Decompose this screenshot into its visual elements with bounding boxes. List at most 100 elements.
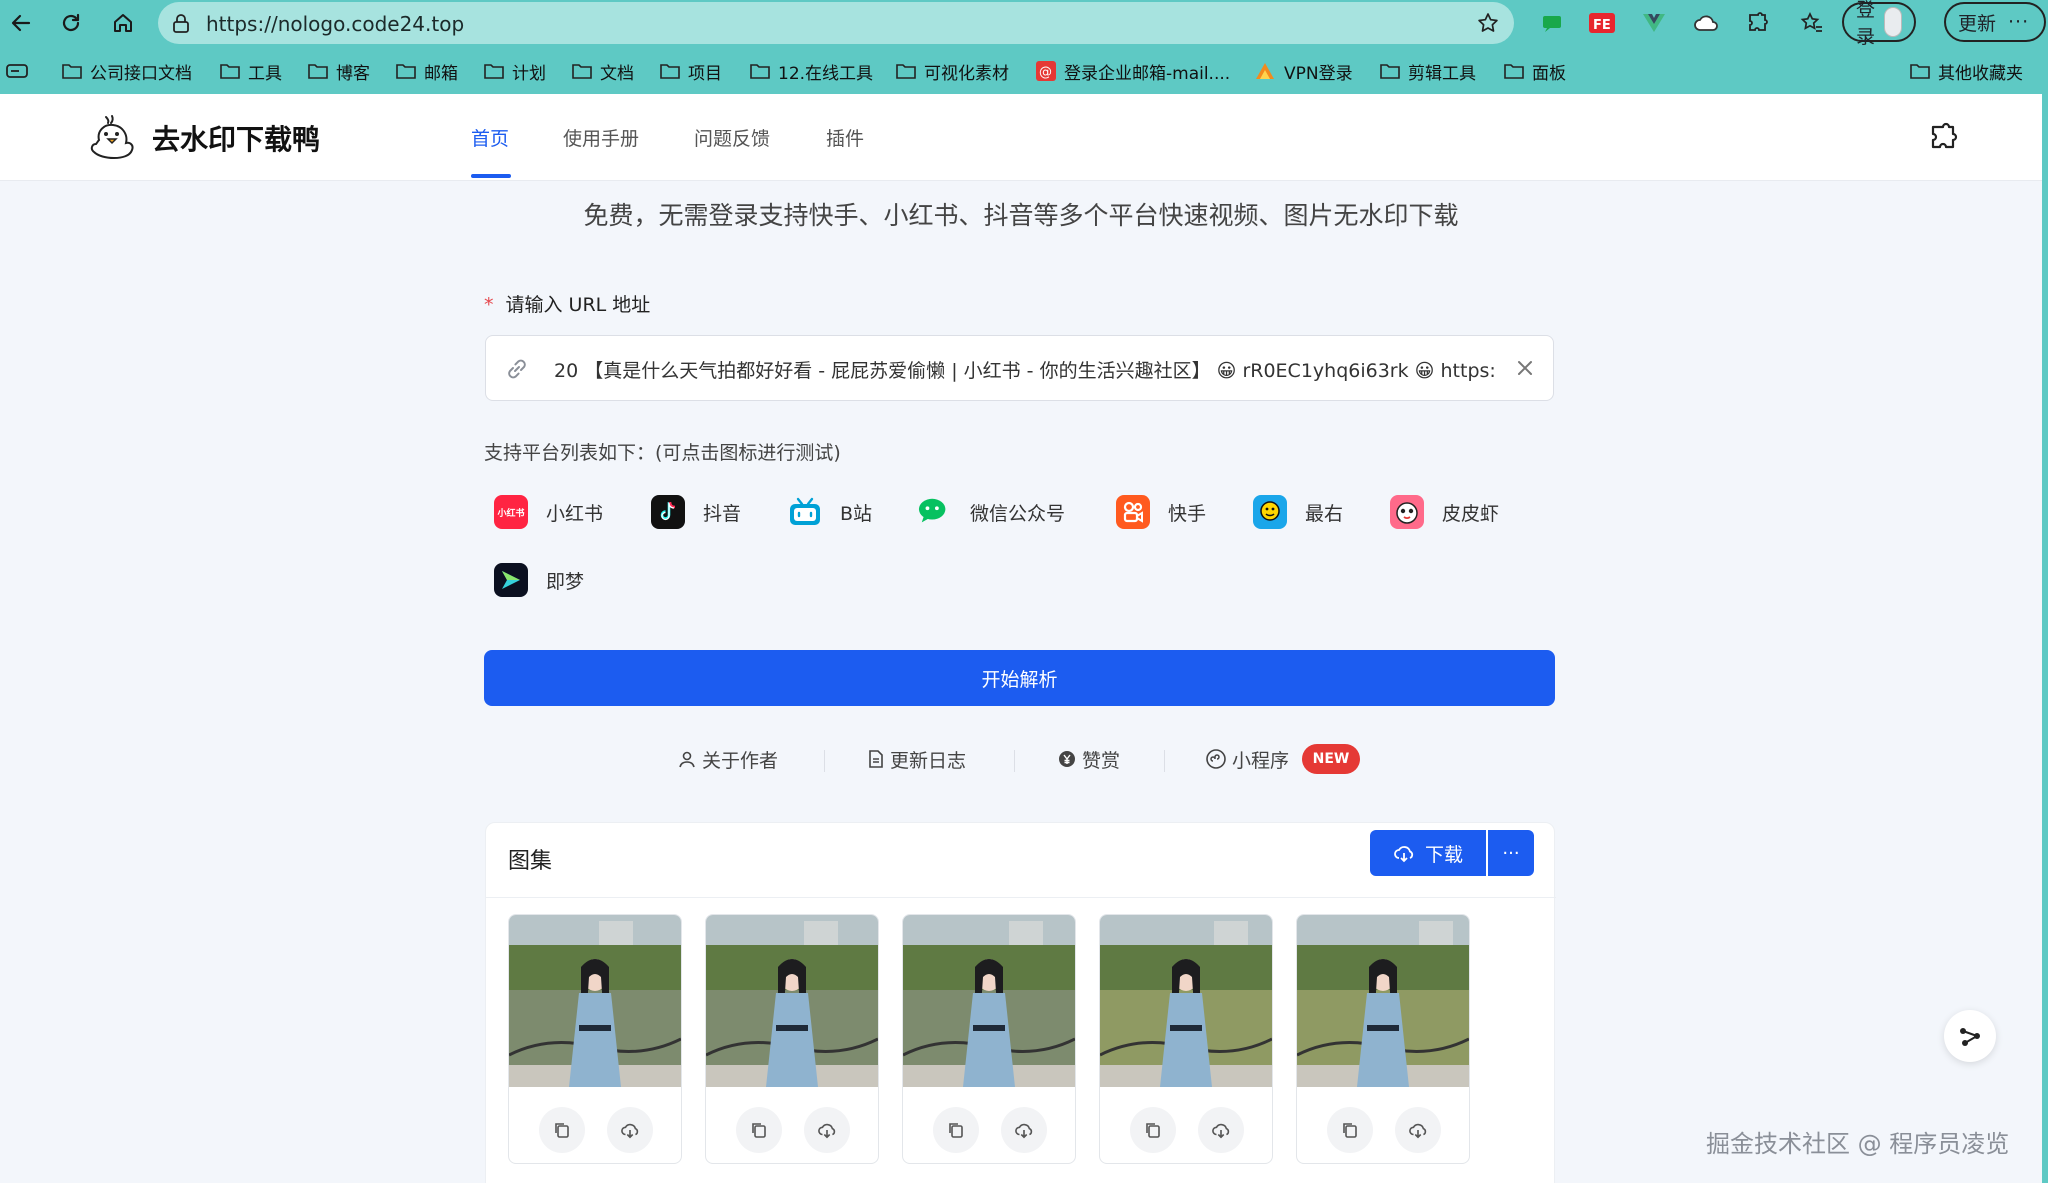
copy-button[interactable] [736,1107,782,1153]
platform-pipixia[interactable]: 皮皮虾 [1390,492,1499,532]
extensions-puzzle-icon[interactable] [1744,9,1772,37]
folder-icon [896,62,916,80]
clear-icon[interactable] [1513,356,1537,380]
folder-icon [1504,62,1524,80]
link-divider [1014,750,1015,772]
platform-kuaishou[interactable]: 快手 [1116,492,1206,532]
nav-tab-feedback[interactable]: 问题反馈 [694,124,770,151]
platform-xiaohongshu[interactable]: 小红书 小红书 [494,492,603,532]
nav-tab-home[interactable]: 首页 [471,124,509,151]
gallery-divider [486,897,1556,898]
site-header: 去水印下载鸭 首页 使用手册 问题反馈 插件 [0,94,2042,181]
site-info-icon[interactable] [170,13,192,35]
extension-vue-icon[interactable] [1640,9,1668,37]
copy-button[interactable] [539,1107,585,1153]
folder-icon [660,62,680,80]
page-subtitle: 免费，无需登录支持快手、小红书、抖音等多个平台快速视频、图片无水印下载 [583,201,1459,230]
extension-cloud-icon[interactable] [1692,9,1720,37]
download-image-button[interactable] [1001,1107,1047,1153]
wechat-icon [918,495,952,529]
nav-tab-manual[interactable]: 使用手册 [563,124,639,151]
copy-icon [949,1123,963,1138]
home-button[interactable] [108,8,138,38]
gallery-image[interactable] [1100,915,1272,1087]
donate-link[interactable]: 赞赏 [1058,744,1120,774]
more-options-button[interactable]: ··· [1488,830,1534,876]
address-bar[interactable]: https://nologo.code24.top [158,2,1514,44]
plugin-puzzle-icon[interactable] [1928,122,1958,152]
platform-bilibili[interactable]: B站 [788,492,872,532]
back-button[interactable] [6,8,36,38]
bookmark-item[interactable]: 剪辑工具 [1380,55,1476,87]
link-icon [508,359,526,379]
bookmark-item[interactable]: 12.在线工具 [750,55,873,87]
download-all-button[interactable]: 下载 [1370,830,1486,876]
platform-douyin[interactable]: 抖音 [651,492,741,532]
url-input-value[interactable]: 20 【真是什么天气拍都好好看 - 屁屁苏爱偷懒 | 小红书 - 你的生活兴趣社… [554,356,1494,383]
reload-button[interactable] [56,8,86,38]
other-bookmarks[interactable]: 其他收藏夹 [1910,55,2023,87]
new-badge: NEW [1302,744,1360,774]
bookmark-item[interactable]: 邮箱 [396,55,458,87]
folder-icon [62,62,82,80]
copy-icon [1343,1123,1357,1138]
bookmark-item[interactable]: 博客 [308,55,370,87]
mini-program-link[interactable]: 小程序 [1206,744,1289,774]
zuiyou-icon [1253,495,1287,529]
extension-chat-icon[interactable] [1538,9,1566,37]
bookmark-item[interactable]: 计划 [484,55,546,87]
bookmark-item[interactable]: 文档 [572,55,634,87]
folder-icon [1380,62,1400,80]
nav-tab-plugin[interactable]: 插件 [826,124,864,151]
bookmark-item[interactable]: 可视化素材 [896,55,1009,87]
cloud-download-icon [1409,1123,1427,1139]
bookmark-star-icon[interactable] [1476,11,1500,35]
folder-icon [572,62,592,80]
image-card [1099,914,1273,1164]
bookmark-item[interactable]: 项目 [660,55,722,87]
url-field-label: * 请输入 URL 地址 [484,294,651,316]
url-input[interactable]: 20 【真是什么天气拍都好好看 - 屁屁苏爱偷懒 | 小红书 - 你的生活兴趣社… [485,335,1554,401]
bookmark-item[interactable]: 工具 [220,55,282,87]
extension-fe-icon[interactable]: FE [1588,9,1616,37]
douyin-icon [651,495,685,529]
platform-zuiyou[interactable]: 最右 [1253,492,1343,532]
image-card [902,914,1076,1164]
copy-button[interactable] [933,1107,979,1153]
copy-button[interactable] [1327,1107,1373,1153]
about-author-link[interactable]: 关于作者 [678,744,778,774]
download-image-button[interactable] [1395,1107,1441,1153]
url-text[interactable]: https://nologo.code24.top [206,12,464,36]
download-image-button[interactable] [804,1107,850,1153]
yen-coin-icon [1058,750,1076,768]
profile-login-button[interactable]: 登录 [1842,0,1916,48]
gallery-image[interactable] [1297,915,1469,1087]
gallery-image[interactable] [509,915,681,1087]
image-card [508,914,682,1164]
sidebar-toggle-icon[interactable] [6,55,28,87]
platform-wechat-official[interactable]: 微信公众号 [918,492,1065,532]
favorites-icon[interactable] [1798,9,1826,37]
cloud-download-icon [818,1123,836,1139]
share-button[interactable] [1944,1010,1996,1062]
changelog-link[interactable]: 更新日志 [868,744,966,774]
gallery-image[interactable] [903,915,1075,1087]
copy-button[interactable] [1130,1107,1176,1153]
bookmark-item[interactable]: 公司接口文档 [62,55,192,87]
bookmark-item[interactable]: VPN登录 [1254,55,1353,87]
bookmark-item[interactable]: @ 登录企业邮箱-mail.... [1036,55,1230,87]
platform-jimeng[interactable]: 即梦 [494,560,584,600]
jimeng-icon [494,563,528,597]
copy-icon [752,1123,766,1138]
gallery-image[interactable] [706,915,878,1087]
bookmark-item[interactable]: 面板 [1504,55,1566,87]
duck-logo-icon[interactable] [86,114,136,160]
download-image-button[interactable] [1198,1107,1244,1153]
avatar [1883,7,1902,37]
cloud-download-icon [621,1123,639,1139]
start-parse-button[interactable]: 开始解析 [484,650,1555,706]
download-image-button[interactable] [607,1107,653,1153]
brand-name[interactable]: 去水印下载鸭 [152,118,320,158]
browser-update-button[interactable]: 更新 ··· [1944,2,2046,42]
link-divider [1164,750,1165,772]
